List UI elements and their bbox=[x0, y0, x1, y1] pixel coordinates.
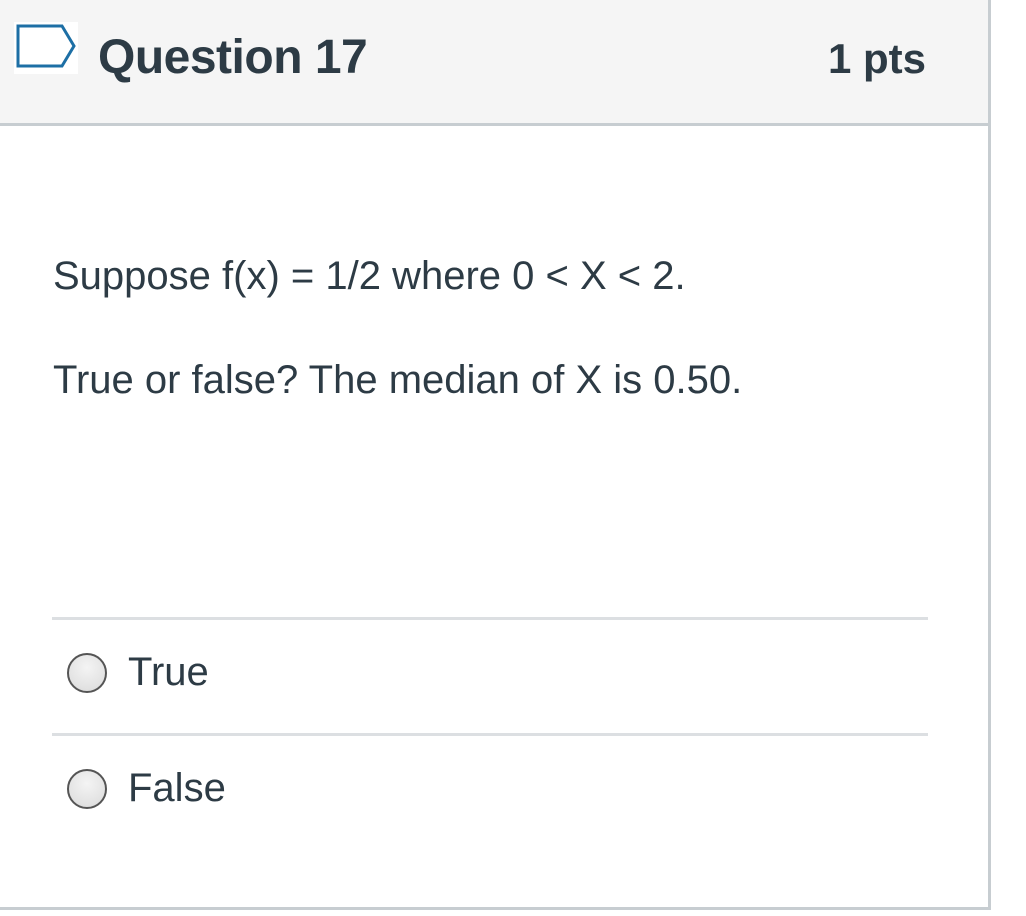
radio-button[interactable] bbox=[67, 769, 107, 809]
question-text-line: True or false? The median of X is 0.50. bbox=[53, 358, 743, 402]
question-text-line: Suppose f(x) = 1/2 where 0 < X < 2. bbox=[53, 254, 686, 298]
question-text: Suppose f(x) = 1/2 where 0 < X < 2. True… bbox=[53, 250, 933, 406]
answer-list: True False bbox=[52, 617, 928, 849]
question-title: Question 17 bbox=[98, 31, 368, 84]
bookmark-flag-icon[interactable] bbox=[14, 22, 78, 74]
answer-label[interactable]: True bbox=[128, 648, 209, 696]
answer-option-true[interactable]: True bbox=[52, 617, 928, 733]
question-header: Question 17 1 pts bbox=[0, 0, 988, 126]
question-card: Question 17 1 pts Suppose f(x) = 1/2 whe… bbox=[0, 0, 991, 910]
answer-option-false[interactable]: False bbox=[52, 733, 928, 849]
answer-label[interactable]: False bbox=[128, 764, 226, 812]
radio-button[interactable] bbox=[67, 653, 107, 693]
question-points: 1 pts bbox=[827, 35, 926, 82]
